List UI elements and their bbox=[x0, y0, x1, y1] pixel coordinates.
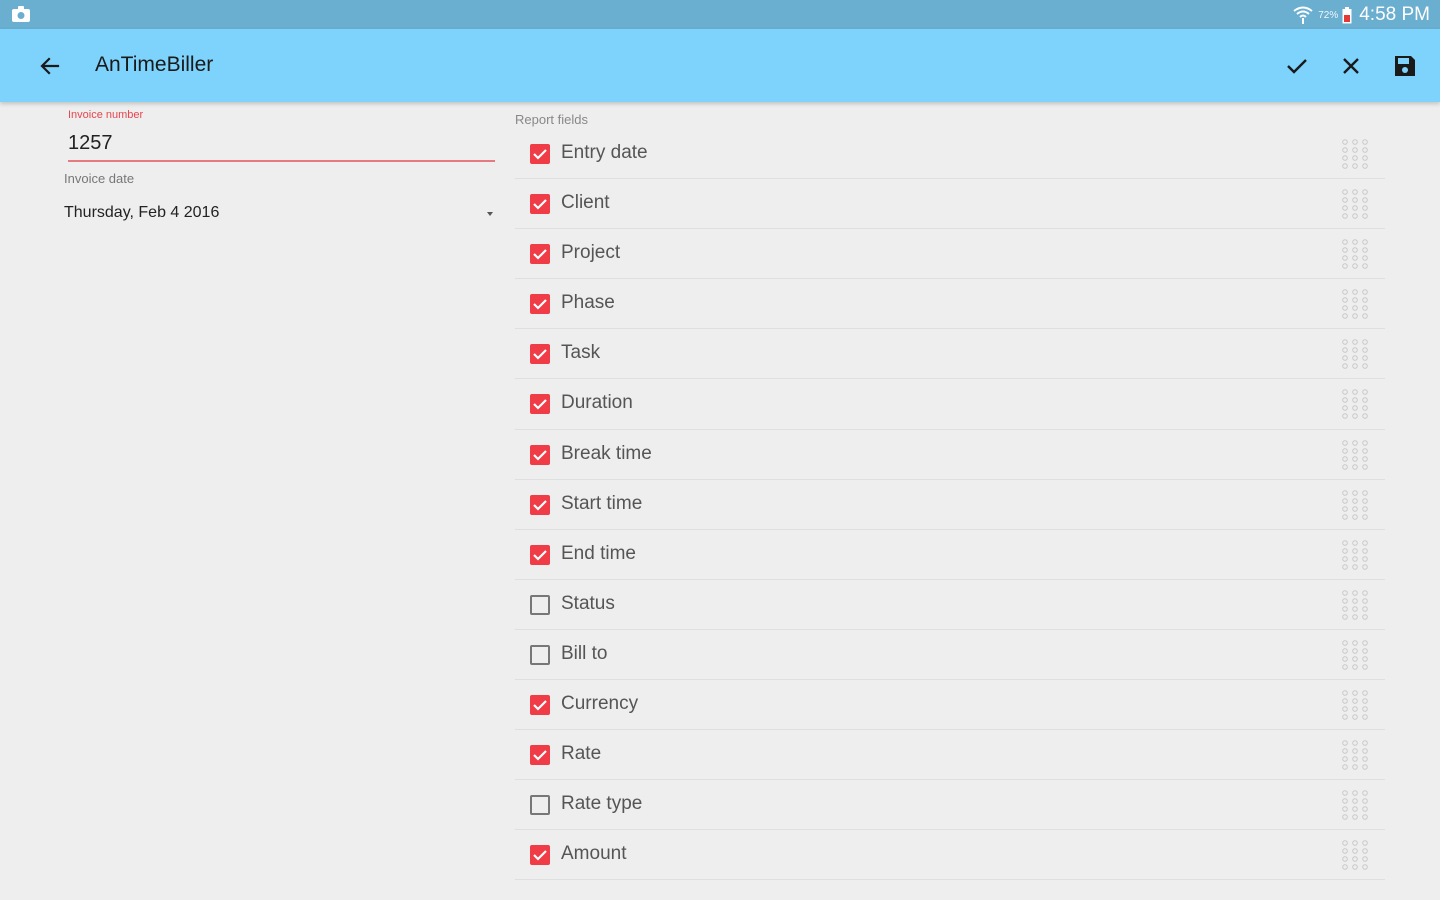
report-field-row[interactable]: Break time bbox=[515, 430, 1385, 480]
report-field-label: Start time bbox=[561, 492, 643, 514]
save-icon[interactable] bbox=[1390, 51, 1420, 81]
battery-percent: 72% bbox=[1318, 9, 1339, 21]
report-field-label: Rate bbox=[561, 743, 602, 765]
report-field-checkbox[interactable] bbox=[530, 544, 550, 565]
report-field-row[interactable]: Rate type bbox=[515, 780, 1385, 831]
report-field-checkbox[interactable] bbox=[530, 294, 550, 315]
drag-handle-icon[interactable] bbox=[1340, 439, 1370, 471]
report-field-label: Entry date bbox=[561, 142, 648, 163]
check-icon bbox=[533, 399, 547, 411]
report-field-checkbox[interactable] bbox=[530, 244, 550, 265]
check-icon bbox=[533, 750, 547, 761]
drag-handle-icon[interactable] bbox=[1340, 188, 1370, 220]
report-field-label: Currency bbox=[561, 693, 639, 715]
clock: 4:58 PM bbox=[1359, 4, 1430, 25]
report-field-row[interactable]: Project bbox=[515, 229, 1385, 280]
report-field-label: Project bbox=[561, 242, 621, 264]
drag-handle-icon[interactable] bbox=[1340, 388, 1370, 420]
report-field-checkbox[interactable] bbox=[530, 644, 550, 665]
report-field-row[interactable]: Phase bbox=[515, 279, 1385, 330]
drag-handle-icon[interactable] bbox=[1340, 639, 1370, 671]
report-field-checkbox[interactable] bbox=[530, 494, 550, 515]
report-field-label: Amount bbox=[561, 843, 627, 865]
report-field-row[interactable]: Amount bbox=[515, 830, 1385, 881]
report-field-label: Bill to bbox=[561, 642, 608, 664]
report-field-label: Duration bbox=[561, 392, 633, 414]
drag-handle-icon[interactable] bbox=[1340, 689, 1370, 721]
report-field-row[interactable]: Currency bbox=[515, 680, 1385, 731]
invoice-number-label: Invoice number bbox=[68, 109, 144, 121]
check-icon bbox=[533, 499, 547, 511]
report-field-checkbox[interactable] bbox=[530, 845, 550, 866]
report-field-row[interactable]: Duration bbox=[515, 379, 1385, 430]
app-title: AnTimeBiller bbox=[95, 53, 214, 76]
report-field-label: End time bbox=[561, 542, 636, 564]
check-icon bbox=[533, 850, 547, 861]
report-fields-label: Report fields bbox=[515, 112, 588, 127]
arrow-left-icon[interactable] bbox=[36, 52, 64, 80]
check-icon bbox=[533, 449, 547, 461]
report-field-row[interactable]: Bill to bbox=[515, 630, 1385, 681]
report-field-checkbox[interactable] bbox=[530, 795, 550, 816]
drag-handle-icon[interactable] bbox=[1340, 138, 1370, 170]
report-field-label: Phase bbox=[561, 292, 615, 314]
battery-icon bbox=[1342, 6, 1352, 23]
report-field-row[interactable]: Client bbox=[515, 179, 1385, 230]
dropdown-caret-icon bbox=[487, 212, 493, 216]
drag-handle-icon[interactable] bbox=[1340, 238, 1370, 270]
check-icon bbox=[533, 249, 547, 260]
invoice-number-input[interactable] bbox=[68, 124, 495, 162]
report-field-checkbox[interactable] bbox=[530, 394, 550, 415]
drag-handle-icon[interactable] bbox=[1340, 338, 1370, 370]
notification-icon bbox=[12, 6, 30, 22]
invoice-date-select[interactable]: Thursday, Feb 4 2016 bbox=[64, 198, 496, 230]
check-icon bbox=[533, 149, 547, 160]
check-icon bbox=[533, 299, 547, 310]
drag-handle-icon[interactable] bbox=[1340, 489, 1370, 521]
report-field-row[interactable]: Entry date bbox=[515, 129, 1385, 180]
drag-handle-icon[interactable] bbox=[1340, 789, 1370, 821]
report-field-label: Task bbox=[561, 342, 601, 364]
report-field-checkbox[interactable] bbox=[530, 444, 550, 465]
invoice-date-label: Invoice date bbox=[64, 171, 135, 186]
report-field-label: Status bbox=[561, 592, 615, 614]
report-fields-list: Entry date Client Project Phase Task Duration… bbox=[515, 129, 1385, 881]
close-icon[interactable] bbox=[1336, 51, 1366, 81]
report-field-label: Break time bbox=[561, 442, 652, 464]
check-icon bbox=[533, 199, 547, 210]
status-bar: 72% 4:58 PM bbox=[0, 0, 1440, 29]
report-field-label: Rate type bbox=[561, 793, 643, 815]
drag-handle-icon[interactable] bbox=[1340, 288, 1370, 320]
report-field-checkbox[interactable] bbox=[530, 194, 550, 215]
check-icon bbox=[533, 349, 547, 360]
check-icon bbox=[533, 700, 547, 711]
wifi-icon bbox=[1293, 6, 1313, 24]
report-field-row[interactable]: Rate bbox=[515, 730, 1385, 781]
report-field-row[interactable]: Task bbox=[515, 329, 1385, 380]
report-field-checkbox[interactable] bbox=[530, 594, 550, 615]
report-field-checkbox[interactable] bbox=[530, 745, 550, 766]
check-icon[interactable] bbox=[1282, 51, 1312, 81]
check-icon bbox=[533, 549, 547, 561]
report-field-row[interactable]: End time bbox=[515, 530, 1385, 580]
report-field-row[interactable]: Start time bbox=[515, 480, 1385, 530]
app-bar: AnTimeBiller bbox=[0, 29, 1440, 102]
report-field-checkbox[interactable] bbox=[530, 144, 550, 164]
invoice-date-value: Thursday, Feb 4 2016 bbox=[64, 204, 220, 221]
drag-handle-icon[interactable] bbox=[1340, 589, 1370, 621]
drag-handle-icon[interactable] bbox=[1340, 839, 1370, 871]
report-field-checkbox[interactable] bbox=[530, 344, 550, 365]
report-field-label: Client bbox=[561, 192, 610, 214]
drag-handle-icon[interactable] bbox=[1340, 539, 1370, 571]
drag-handle-icon[interactable] bbox=[1340, 739, 1370, 771]
report-field-row[interactable]: Status bbox=[515, 580, 1385, 630]
report-field-checkbox[interactable] bbox=[530, 695, 550, 716]
